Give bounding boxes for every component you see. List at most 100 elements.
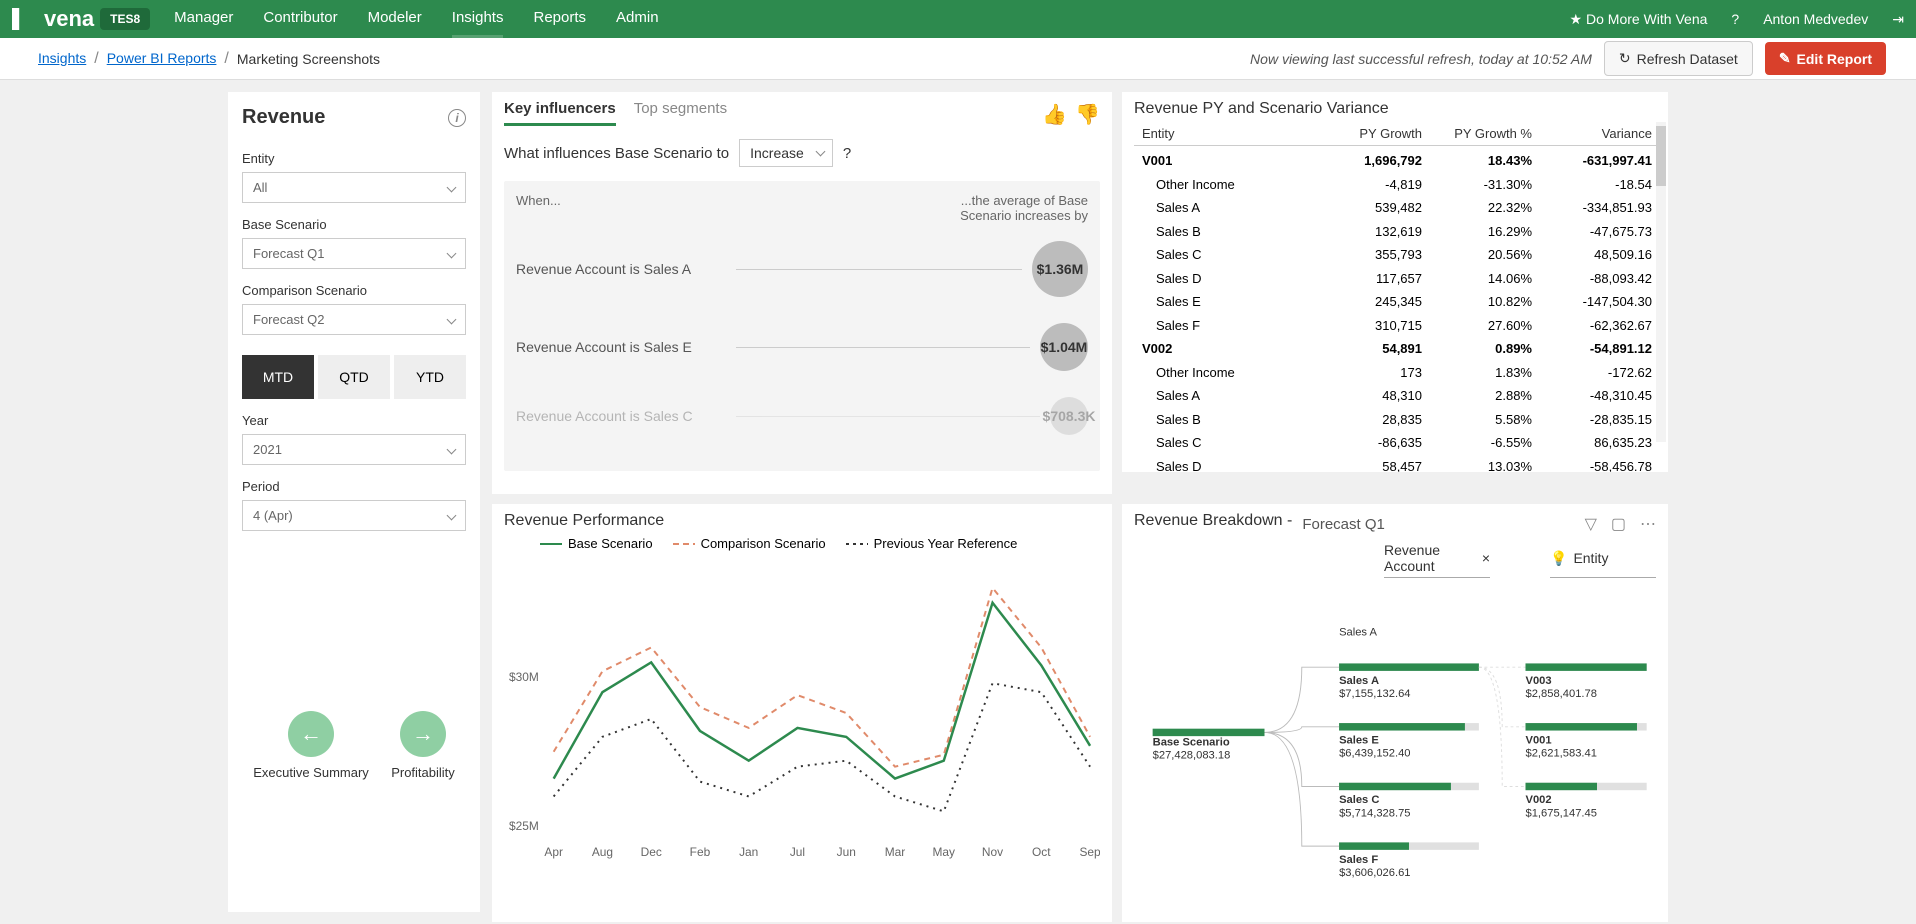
- svg-text:$2,621,583.41: $2,621,583.41: [1526, 748, 1597, 760]
- svg-text:Feb: Feb: [690, 845, 711, 859]
- nav-prev[interactable]: ←Executive Summary: [253, 711, 369, 780]
- ki-row[interactable]: Revenue Account is Sales A $1.36M: [516, 241, 1088, 297]
- year-select[interactable]: 2021: [242, 434, 466, 465]
- content-grid: Key influencersTop segments 👍 👎 What inf…: [492, 92, 1668, 922]
- svg-text:$3,606,026.61: $3,606,026.61: [1339, 867, 1410, 879]
- breakdown-chart[interactable]: Base Scenario$27,428,083.18Sales A$7,155…: [1134, 578, 1656, 898]
- ki-row[interactable]: Revenue Account is Sales C $708.3K: [516, 397, 1088, 435]
- date-range-toggle: MTDQTDYTD: [242, 355, 466, 399]
- perf-chart[interactable]: $30M$25MAprAugDecFebJanJulJunMarMayNovOc…: [504, 557, 1100, 877]
- col-header[interactable]: Entity: [1142, 126, 1302, 141]
- filter-icon[interactable]: ▽: [1585, 514, 1597, 534]
- period-label: Period: [242, 479, 466, 494]
- thumbs-down-icon[interactable]: 👎: [1075, 102, 1100, 127]
- svg-text:Dec: Dec: [641, 845, 662, 859]
- svg-text:$5,714,328.75: $5,714,328.75: [1339, 807, 1410, 819]
- nav-admin[interactable]: Admin: [616, 0, 659, 38]
- table-row[interactable]: V001 1,696,79218.43%-631,997.41-5.80%: [1134, 149, 1656, 173]
- svg-text:V003: V003: [1526, 675, 1552, 687]
- nav-next[interactable]: →Profitability: [391, 711, 455, 780]
- breadcrumb-link[interactable]: Insights: [38, 50, 86, 66]
- arrow-right-icon: →: [400, 711, 446, 757]
- brand: vena: [12, 6, 94, 32]
- top-nav: vena TES8 ManagerContributorModelerInsig…: [0, 0, 1916, 38]
- col-header[interactable]: Variance: [1532, 126, 1652, 141]
- logout-icon[interactable]: ⇥: [1892, 11, 1904, 28]
- more-icon[interactable]: ⋯: [1640, 514, 1656, 534]
- ki-row[interactable]: Revenue Account is Sales E $1.04M: [516, 323, 1088, 371]
- filter-panel: Revenue i Entity AllBase Scenario Foreca…: [228, 92, 480, 912]
- svg-text:$2,858,401.78: $2,858,401.78: [1526, 688, 1597, 700]
- table-row[interactable]: V002 54,8910.89%-54,891.12-0.88%: [1134, 337, 1656, 361]
- focus-icon[interactable]: ▢: [1611, 514, 1626, 534]
- nav-modeler[interactable]: Modeler: [368, 0, 422, 38]
- filter-select-comparison-scenario[interactable]: Forecast Q2: [242, 304, 466, 335]
- nav-right: ★ Do More With Vena ? Anton Medvedev ⇥: [1570, 11, 1904, 28]
- svg-text:Oct: Oct: [1032, 845, 1051, 859]
- table-row[interactable]: Other Income 1731.83%-172.62-1.80%: [1134, 361, 1656, 385]
- svg-text:Nov: Nov: [982, 845, 1003, 859]
- page-nav: ←Executive Summary →Profitability: [242, 711, 466, 780]
- ki-tab[interactable]: Top segments: [634, 100, 727, 126]
- nav-manager[interactable]: Manager: [174, 0, 233, 38]
- period-select[interactable]: 4 (Apr): [242, 500, 466, 531]
- variance-title: Revenue PY and Scenario Variance: [1134, 100, 1656, 118]
- refresh-dataset-button[interactable]: ↻ Refresh Dataset: [1604, 41, 1753, 76]
- nav-reports[interactable]: Reports: [533, 0, 586, 38]
- tab-qtd[interactable]: QTD: [318, 355, 390, 399]
- table-row[interactable]: Sales C -86,635-6.55%86,635.237.01%: [1134, 431, 1656, 455]
- svg-text:Base Scenario: Base Scenario: [1153, 736, 1230, 748]
- ki-body: When......the average of Base Scenario i…: [504, 181, 1100, 471]
- chevron-down-icon: [447, 249, 457, 259]
- tab-mtd[interactable]: MTD: [242, 355, 314, 399]
- close-icon[interactable]: ×: [1482, 550, 1490, 566]
- brand-logo-icon: [12, 8, 36, 30]
- chevron-down-icon: [447, 511, 457, 521]
- variance-card: Revenue PY and Scenario Variance EntityP…: [1122, 92, 1668, 472]
- filter-select-entity[interactable]: All: [242, 172, 466, 203]
- arrow-left-icon: ←: [288, 711, 334, 757]
- thumbs-up-icon[interactable]: 👍: [1042, 102, 1067, 127]
- table-row[interactable]: Sales D 58,45713.03%-58,456.78-11.53%: [1134, 455, 1656, 473]
- table-row[interactable]: Sales B 28,8355.58%-28,835.15-5.28%: [1134, 408, 1656, 432]
- table-row[interactable]: Sales B 132,61916.29%-47,675.73-5.04%: [1134, 220, 1656, 244]
- table-row[interactable]: Sales F 310,71527.60%-62,362.67-4.34%: [1134, 314, 1656, 338]
- nav-contributor[interactable]: Contributor: [263, 0, 337, 38]
- ki-help-icon[interactable]: ?: [843, 145, 851, 162]
- filter-select-base-scenario[interactable]: Forecast Q1: [242, 238, 466, 269]
- table-scrollbar[interactable]: [1656, 122, 1666, 442]
- svg-text:Sales F: Sales F: [1339, 854, 1378, 866]
- svg-text:V002: V002: [1526, 794, 1552, 806]
- col-entity[interactable]: 💡Entity: [1550, 542, 1656, 578]
- svg-text:Jul: Jul: [790, 845, 805, 859]
- performance-card: Revenue Performance Base Scenario Compar…: [492, 504, 1112, 922]
- col-header[interactable]: PY Growth %: [1422, 126, 1532, 141]
- user-name[interactable]: Anton Medvedev: [1763, 11, 1868, 27]
- key-influencers-card: Key influencersTop segments 👍 👎 What inf…: [492, 92, 1112, 494]
- ki-tab[interactable]: Key influencers: [504, 100, 616, 126]
- svg-text:Sales C: Sales C: [1339, 794, 1379, 806]
- svg-text:$6,439,152.40: $6,439,152.40: [1339, 748, 1410, 760]
- col-header[interactable]: PY Growth: [1302, 126, 1422, 141]
- help-icon[interactable]: ?: [1731, 11, 1739, 27]
- col-revenue-account[interactable]: Revenue Account ×: [1384, 542, 1490, 578]
- table-row[interactable]: Sales A 48,3102.88%-48,310.45-2.80%: [1134, 384, 1656, 408]
- table-row[interactable]: Other Income -4,819-31.30%-18.54-0.18%: [1134, 173, 1656, 197]
- info-icon[interactable]: i: [448, 109, 466, 127]
- svg-text:$1,675,147.45: $1,675,147.45: [1526, 807, 1597, 819]
- filter-label: Base Scenario: [242, 217, 466, 232]
- table-row[interactable]: Sales A 539,48222.32%-334,851.93-11.33%: [1134, 196, 1656, 220]
- svg-text:Mar: Mar: [885, 845, 906, 859]
- table-row[interactable]: Sales E 245,34510.82%-147,504.30-5.87%: [1134, 290, 1656, 314]
- do-more-link[interactable]: ★ Do More With Vena: [1570, 11, 1708, 28]
- table-row[interactable]: Sales D 117,65714.06%-88,093.42-9.23%: [1134, 267, 1656, 291]
- table-row[interactable]: Sales C 355,79320.56%48,509.162.33%: [1134, 243, 1656, 267]
- breadcrumb-link[interactable]: Power BI Reports: [107, 50, 217, 66]
- tab-ytd[interactable]: YTD: [394, 355, 466, 399]
- ki-direction-select[interactable]: Increase: [739, 139, 833, 167]
- nav-insights[interactable]: Insights: [452, 0, 504, 38]
- perf-legend: Base Scenario Comparison Scenario Previo…: [540, 536, 1100, 551]
- edit-report-button[interactable]: ✎ Edit Report: [1765, 42, 1886, 75]
- svg-text:V001: V001: [1526, 735, 1552, 747]
- svg-text:May: May: [933, 845, 956, 859]
